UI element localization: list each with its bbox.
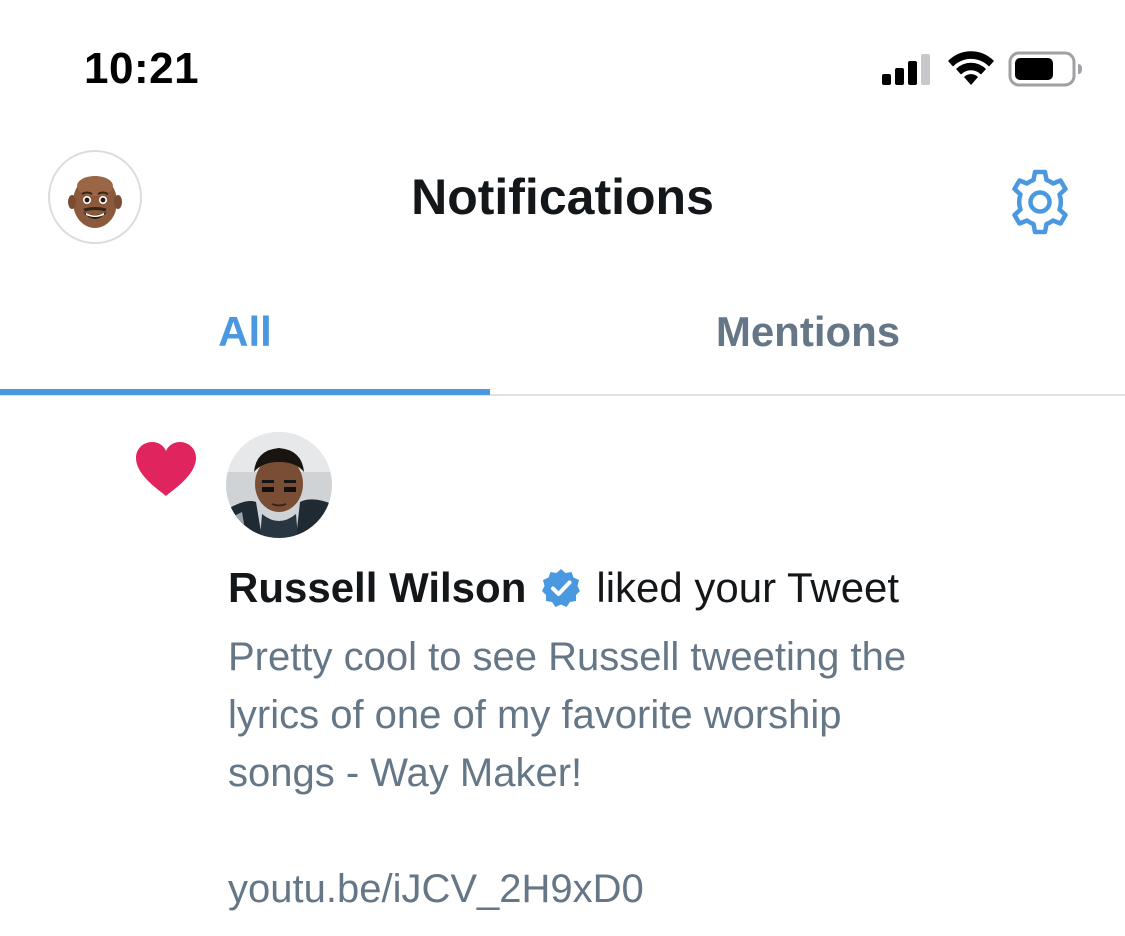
heart-icon	[136, 442, 196, 496]
notification-action: liked your Tweet	[596, 564, 900, 611]
page-title: Notifications	[411, 169, 714, 225]
actor-avatar[interactable]	[226, 432, 332, 538]
tweet-text[interactable]: Pretty cool to see Russell tweeting the …	[228, 628, 1088, 918]
verified-badge-icon	[542, 569, 581, 607]
notification-item[interactable]: Russell Wilson liked your Tweet Pretty c…	[0, 396, 1125, 936]
notification-tabs: All Mentions	[0, 272, 1125, 396]
actor-name[interactable]: Russell Wilson	[228, 564, 526, 612]
battery-icon	[1008, 51, 1082, 87]
cellular-signal-icon	[882, 54, 930, 85]
tab-mentions[interactable]: Mentions	[562, 272, 1054, 392]
tab-all[interactable]: All	[0, 272, 490, 392]
status-bar: 10:21	[0, 0, 1125, 130]
active-tab-indicator	[0, 389, 490, 395]
status-time: 10:21	[84, 44, 200, 93]
notification-headline: Russell Wilson liked your Tweet	[228, 564, 899, 612]
wifi-icon	[948, 51, 994, 85]
gear-icon[interactable]	[1006, 168, 1074, 236]
header: Notifications	[0, 130, 1125, 270]
actor-photo	[226, 432, 332, 538]
